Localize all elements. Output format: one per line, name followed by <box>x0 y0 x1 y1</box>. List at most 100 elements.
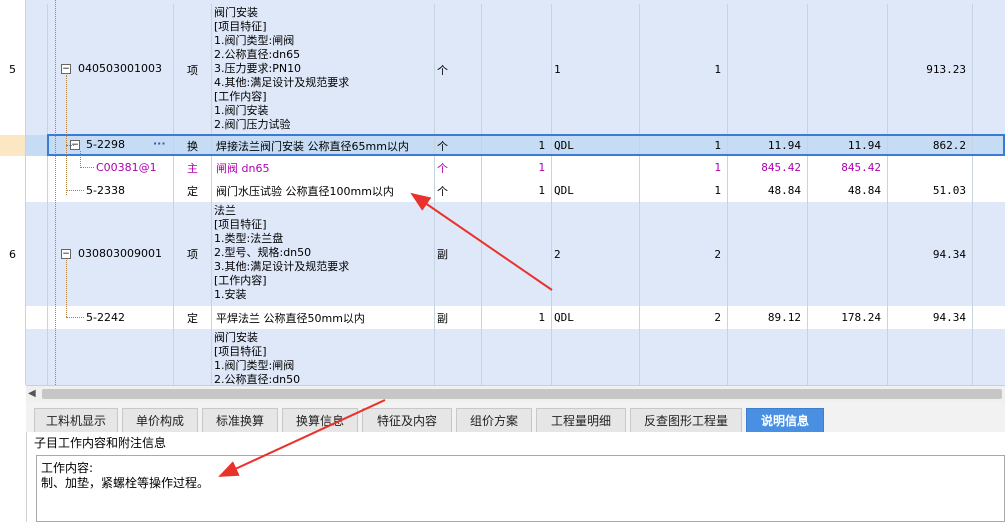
tab-unit-price[interactable]: 单价构成 <box>122 408 198 432</box>
collapse-icon[interactable]: − <box>61 64 71 74</box>
type-cell: 项 <box>174 202 212 306</box>
tab-labor-material[interactable]: 工料机显示 <box>34 408 118 432</box>
name-cell[interactable]: 闸阀 dn65 <box>212 156 435 179</box>
left-gutter <box>0 385 27 522</box>
scrollbar-thumb[interactable] <box>42 389 1002 399</box>
tab-description-info[interactable]: 说明信息 <box>746 408 824 432</box>
total-cell[interactable]: 913.23 <box>888 4 973 135</box>
name-cell[interactable]: 焊接法兰阀门安装 公称直径65mm以内 <box>212 135 435 156</box>
code-cell[interactable] <box>48 329 174 385</box>
total-cell[interactable]: 94.34 <box>888 306 973 329</box>
tab-quantity-detail[interactable]: 工程量明细 <box>536 408 626 432</box>
row-number-cell: 5 <box>0 4 26 135</box>
tab-standard-conversion[interactable]: 标准换算 <box>202 408 278 432</box>
name-cell[interactable]: 阀门水压试验 公称直径100mm以内 <box>212 179 435 202</box>
detail-tab-bar: 工料机显示 单价构成 标准换算 换算信息 特征及内容 组价方案 工程量明细 反查… <box>26 402 1005 432</box>
row-number-cell <box>0 156 26 179</box>
table-row[interactable]: 5 − 040503001003 项 阀门安装 [项目特征] 1.阀门类型:闸阀… <box>0 4 1005 136</box>
unit-cell[interactable]: 个 <box>435 4 482 135</box>
unit-cell[interactable]: 副 <box>435 202 482 306</box>
price-cell[interactable]: 11.94 <box>728 135 808 156</box>
coef-cell[interactable] <box>482 4 552 135</box>
amount-cell[interactable]: 48.84 <box>808 179 888 202</box>
type-cell: 定 <box>174 179 212 202</box>
amount-cell[interactable] <box>808 202 888 306</box>
info-content[interactable]: 工作内容: 制、加垫，紧螺栓等操作过程。 <box>36 455 1005 522</box>
amount-cell[interactable]: 11.94 <box>808 135 888 156</box>
type-cell: 项 <box>174 4 212 135</box>
collapse-icon[interactable]: − <box>61 249 71 259</box>
total-cell[interactable] <box>888 156 973 179</box>
tree-line <box>66 260 67 317</box>
item-code: 040503001003 <box>78 62 162 75</box>
qty-cell[interactable]: 2 <box>640 202 728 306</box>
scroll-left-icon[interactable]: ◀ <box>28 388 36 399</box>
price-cell[interactable] <box>728 4 808 135</box>
qty-cell[interactable]: 1 <box>640 156 728 179</box>
expr-cell[interactable]: 2 <box>552 202 640 306</box>
price-cell[interactable]: 48.84 <box>728 179 808 202</box>
more-options-icon[interactable]: ··· <box>153 137 166 150</box>
coef-cell[interactable]: 1 <box>482 306 552 329</box>
qty-cell[interactable]: 1 <box>640 179 728 202</box>
qty-cell[interactable]: 1 <box>640 4 728 135</box>
tab-conversion-info[interactable]: 换算信息 <box>282 408 358 432</box>
type-cell <box>174 329 212 385</box>
row-number: 6 <box>9 247 16 261</box>
tree-line <box>80 151 81 168</box>
horizontal-scrollbar[interactable]: ◀ <box>26 385 1005 402</box>
item-feature-cell[interactable]: 法兰 [项目特征] 1.类型:法兰盘 2.型号、规格:dn50 3.其他:满足设… <box>212 202 435 306</box>
coef-cell[interactable]: 1 <box>482 156 552 179</box>
qty-cell[interactable]: 1 <box>640 135 728 156</box>
coef-cell[interactable]: 1 <box>482 179 552 202</box>
unit-cell[interactable]: 个 <box>435 156 482 179</box>
table-row[interactable]: C00381@1 主 闸阀 dn65 个 1 1 845.42 845.42 <box>0 156 1005 180</box>
tree-line <box>55 0 56 385</box>
type-cell: 主 <box>174 156 212 179</box>
type-cell: 换 <box>174 135 212 156</box>
price-cell[interactable]: 89.12 <box>728 306 808 329</box>
quota-grid: 5 − 040503001003 项 阀门安装 [项目特征] 1.阀门类型:闸阀… <box>0 0 1005 385</box>
name-cell[interactable]: 平焊法兰 公称直径50mm以内 <box>212 306 435 329</box>
coef-cell[interactable]: 1 <box>482 135 552 156</box>
unit-cell[interactable]: 个 <box>435 179 482 202</box>
row-number-cell <box>0 329 26 385</box>
expr-cell[interactable] <box>552 156 640 179</box>
coef-cell[interactable] <box>482 202 552 306</box>
total-cell[interactable]: 862.2 <box>888 135 973 156</box>
expr-cell[interactable]: QDL <box>552 306 640 329</box>
tab-reverse-check-quantity[interactable]: 反查图形工程量 <box>630 408 742 432</box>
item-feature-cell[interactable]: 阀门安装 [项目特征] 1.阀门类型:闸阀 2.公称直径:dn65 3.压力要求… <box>212 4 435 135</box>
price-cell[interactable] <box>728 202 808 306</box>
table-row[interactable]: 6 − 030803009001 项 法兰 [项目特征] 1.类型:法兰盘 2.… <box>0 202 1005 307</box>
expr-cell[interactable]: 1 <box>552 4 640 135</box>
info-title: 子目工作内容和附注信息 <box>34 436 167 450</box>
tab-pricing-scheme[interactable]: 组价方案 <box>456 408 532 432</box>
amount-cell[interactable] <box>808 4 888 135</box>
table-row[interactable]: 阀门安装 [项目特征] 1.阀门类型:闸阀 2.公称直径:dn50 <box>0 329 1005 385</box>
tab-features-content[interactable]: 特征及内容 <box>362 408 452 432</box>
tree-line <box>66 75 67 195</box>
quota-code: 5-2338 <box>86 184 125 197</box>
amount-cell[interactable]: 178.24 <box>808 306 888 329</box>
material-code: C00381@1 <box>96 161 157 174</box>
table-row[interactable]: 5-2242 定 平焊法兰 公称直径50mm以内 副 1 QDL 2 89.12… <box>0 306 1005 330</box>
total-cell[interactable]: 94.34 <box>888 202 973 306</box>
row-number-cell <box>0 135 26 156</box>
table-row[interactable]: 5-2338 定 阀门水压试验 公称直径100mm以内 个 1 QDL 1 48… <box>0 179 1005 203</box>
qty-cell[interactable]: 2 <box>640 306 728 329</box>
expr-cell[interactable]: QDL <box>552 135 640 156</box>
price-cell[interactable]: 845.42 <box>728 156 808 179</box>
quota-code: 5-2298 <box>86 138 125 151</box>
unit-cell[interactable]: 副 <box>435 306 482 329</box>
row-number-cell <box>0 179 26 202</box>
total-cell[interactable]: 51.03 <box>888 179 973 202</box>
table-row[interactable]: − 5-2298 ··· 换 焊接法兰阀门安装 公称直径65mm以内 个 1 Q… <box>0 135 1005 157</box>
tree-line <box>80 167 94 168</box>
row-number: 5 <box>9 63 16 76</box>
item-feature-cell[interactable]: 阀门安装 [项目特征] 1.阀门类型:闸阀 2.公称直径:dn50 <box>212 329 435 385</box>
amount-cell[interactable]: 845.42 <box>808 156 888 179</box>
unit-cell[interactable]: 个 <box>435 135 482 156</box>
row-number-cell <box>0 306 26 329</box>
expr-cell[interactable]: QDL <box>552 179 640 202</box>
